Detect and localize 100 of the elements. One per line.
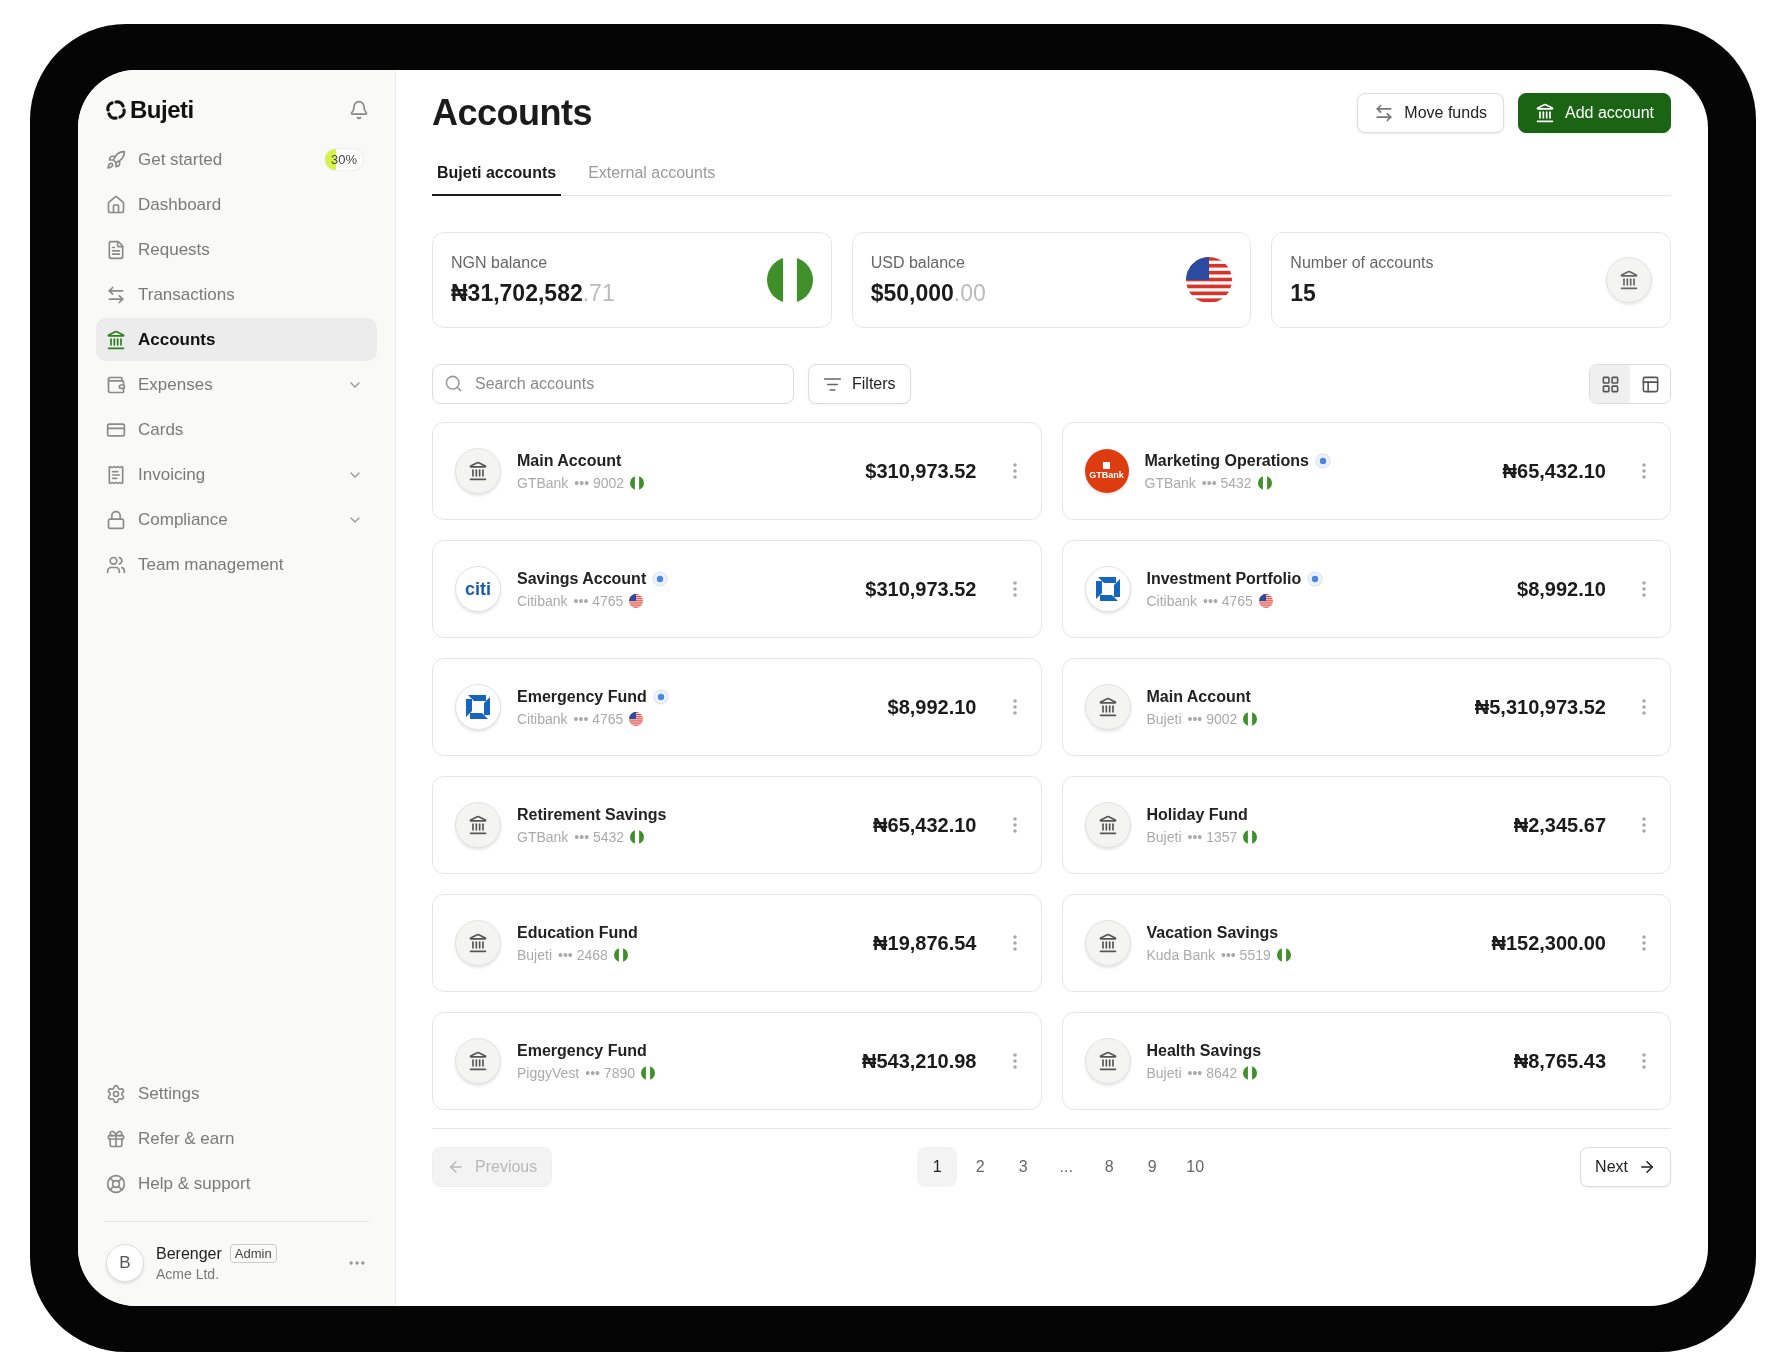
kebab-menu-icon [1012,463,1017,479]
account-balance: ₦2,345.67 [1513,813,1606,837]
bank-icon [1535,103,1556,123]
account-card[interactable]: GTBank Marketing Operations GTBank ••• 5432 ₦65,432.10 [1061,422,1671,520]
bank-icon [106,329,126,350]
lifebuoy-icon [106,1173,126,1194]
table-icon [1640,374,1660,394]
account-card[interactable]: Main Account Bujeti ••• 9002 ₦5,310,973.52 [1061,658,1671,756]
house-icon [106,194,126,215]
bank-icon [468,461,488,481]
page-number[interactable]: ... [1046,1147,1087,1187]
bank-icon [1097,933,1118,953]
nav-item[interactable]: Accounts [96,318,377,361]
swirl-logo-icon [106,100,126,120]
notification-bell-icon[interactable] [349,100,369,120]
balance-value: 15 [1290,279,1316,307]
grid-view-button[interactable] [1590,365,1630,403]
account-card[interactable]: Investment Portfolio Citibank ••• 4765 $8,992.10 [1061,540,1671,638]
account-name: Emergency Fund [517,1041,647,1060]
page-title: Accounts [432,92,593,134]
bank-name: Bujeti [1146,710,1182,727]
account-balance: ₦19,876.54 [873,931,977,955]
account-name: Holiday Fund [1146,805,1248,824]
account-card[interactable]: citi Savings Account Citibank ••• 4765 $310,973.52 [432,540,1042,638]
company-name: Acme Ltd. [156,1266,221,1282]
search-field[interactable]: Search accounts [432,364,794,404]
account-number: ••• 5519 [1221,946,1271,963]
move-funds-button[interactable]: Move funds [1357,93,1505,133]
nav-item[interactable]: Refer & earn [96,1117,377,1160]
account-number: ••• 4765 [573,592,624,609]
account-number: ••• 7890 [585,1064,635,1081]
page-number[interactable]: 9 [1132,1147,1173,1187]
balance-label: USD balance [870,253,966,272]
account-card[interactable]: Health Savings Bujeti ••• 8642 ₦8,765.43 [1061,1012,1671,1110]
account-card[interactable]: Main Account GTBank ••• 9002 $310,973.52 [432,422,1042,520]
page-number[interactable]: 3 [1003,1147,1044,1187]
kebab-menu-icon [1642,699,1646,715]
kebab-menu-icon [1012,935,1017,951]
nav-item[interactable]: Transactions [96,273,377,316]
page-number[interactable]: 1 [917,1147,958,1187]
nav-item[interactable]: Compliance [96,498,377,541]
balance-label: Number of accounts [1290,253,1434,272]
account-balance: ₦5,310,973.52 [1474,695,1606,719]
nav-item[interactable]: Expenses [96,363,377,406]
receipt-icon [106,464,126,485]
account-number: ••• 4765 [1203,592,1253,609]
bank-icon [1097,697,1118,717]
account-balance: ₦65,432.10 [1502,459,1606,483]
account-number: ••• 9002 [1187,710,1238,727]
filters-button[interactable]: Filters [808,364,911,404]
bank-logo: citi [455,566,501,612]
account-name: Main Account [517,451,622,470]
bank-name: Citibank [1146,592,1198,609]
document-icon [106,239,126,260]
account-card[interactable]: Emergency Fund Citibank ••• 4765 $8,992.10 [432,658,1042,756]
nav-item[interactable]: Cards [96,408,377,451]
page-number[interactable]: 10 [1175,1147,1216,1187]
balance-label: NGN balance [451,253,549,272]
bank-icon [468,1051,488,1071]
bank-name: Citibank [517,710,568,727]
bank-name: GTBank [1144,474,1196,491]
settings-icon [106,1083,126,1104]
grid-icon [1600,374,1620,394]
kebab-menu-icon [1642,463,1646,479]
page-number[interactable]: 8 [1089,1147,1130,1187]
bank-icon [468,815,488,835]
kebab-menu-icon [1642,935,1646,951]
nav-item[interactable]: Team management [96,543,377,586]
next-button[interactable]: Next [1580,1147,1671,1187]
bank-name: PiggyVest [517,1064,580,1081]
kebab-menu-icon [1012,817,1017,833]
gift-icon [106,1128,126,1149]
page-number[interactable]: 2 [960,1147,1001,1187]
account-name: Vacation Savings [1146,923,1279,942]
balance-value: ₦31,702,582 [451,279,583,307]
user-avatar: B [106,1244,144,1282]
nav-item[interactable]: Requests [96,228,377,271]
bank-name: Bujeti [1146,1064,1182,1081]
account-card[interactable]: Vacation Savings Kuda Bank ••• 5519 ₦152,300.00 [1061,894,1671,992]
account-name: Main Account [1146,687,1251,706]
account-card[interactable]: Holiday Fund Bujeti ••• 1357 ₦2,345.67 [1061,776,1671,874]
account-card[interactable]: Retirement Savings GTBank ••• 5432 ₦65,432.10 [432,776,1042,874]
nav-item[interactable]: Settings [96,1072,377,1115]
kebab-menu-icon [1642,1053,1646,1069]
user-name: Berenger [156,1244,222,1263]
account-balance: ₦543,210.98 [861,1049,977,1073]
account-card[interactable]: Education Fund Bujeti ••• 2468 ₦19,876.54 [432,894,1042,992]
account-card[interactable]: Emergency Fund PiggyVest ••• 7890 ₦543,210.98 [432,1012,1042,1110]
nav-item[interactable]: Dashboard [96,183,377,226]
nav-item[interactable]: Invoicing [96,453,377,496]
tab[interactable]: Bujeti accounts [432,154,562,196]
role-badge: Admin [229,1244,277,1263]
account-balance: ₦152,300.00 [1491,931,1606,955]
arrow-right-icon [1638,1158,1656,1176]
account-name: Investment Portfolio [1146,569,1302,588]
add-account-button[interactable]: Add account [1518,93,1671,133]
account-number: ••• 2468 [558,946,608,963]
nav-item[interactable]: Help & support [96,1162,377,1205]
balance-decimals: .71 [582,279,615,307]
account-number: ••• 1357 [1187,828,1238,845]
